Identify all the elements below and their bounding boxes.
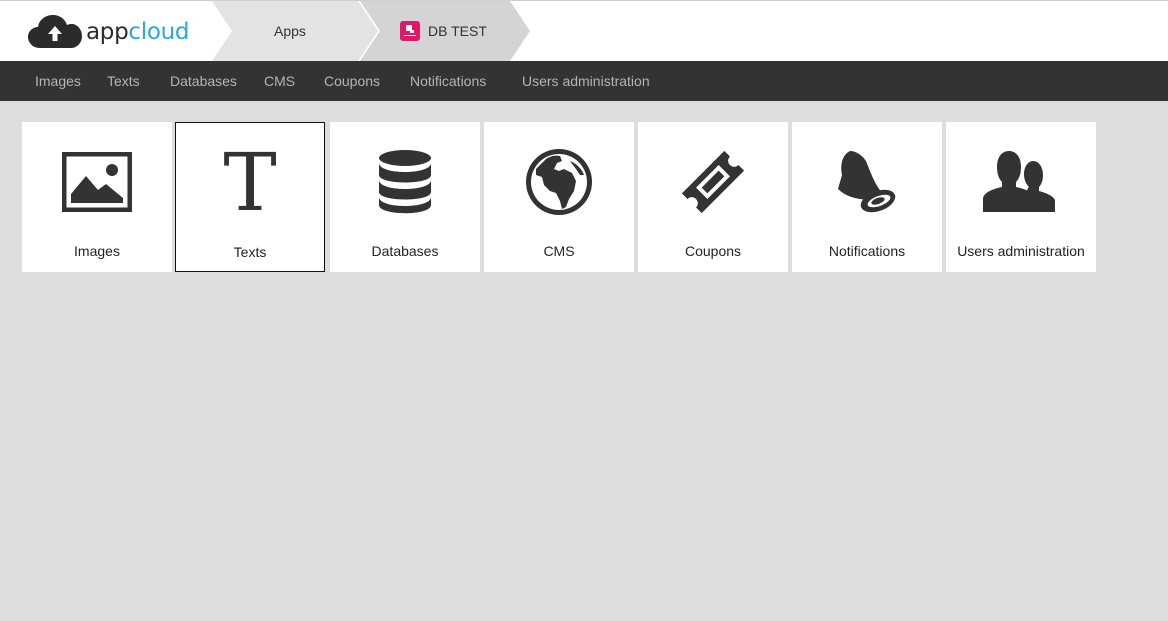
tile-label: Notifications: [828, 243, 906, 259]
text-icon: T: [223, 136, 277, 229]
ticket-icon: [681, 150, 745, 214]
tile-texts[interactable]: T Texts: [175, 122, 325, 272]
logo-text-cloud: cloud: [128, 19, 190, 45]
breadcrumb: Apps DB TEST: [212, 1, 542, 61]
tile-label: Coupons: [684, 243, 742, 259]
breadcrumb-background: [212, 1, 530, 61]
users-icon: [983, 151, 1055, 212]
tile-label: Databases: [371, 243, 439, 259]
tile-label: Images: [74, 243, 120, 259]
nav-item-users-administration[interactable]: Users administration: [522, 61, 650, 101]
cloud-upload-icon: [28, 15, 82, 48]
tile-users-administration[interactable]: Users administration: [946, 122, 1096, 272]
app-badge-icon: [400, 21, 420, 41]
tile-databases[interactable]: Databases: [330, 122, 480, 272]
appcloud-logo[interactable]: appcloud: [28, 13, 190, 51]
nav-item-texts[interactable]: Texts: [107, 61, 140, 101]
tile-label: Texts: [233, 244, 267, 260]
database-icon: [379, 150, 431, 214]
globe-icon: [526, 149, 592, 215]
bell-icon: [838, 151, 896, 213]
breadcrumb-apps[interactable]: Apps: [274, 1, 306, 61]
tile-label: Users administration: [957, 243, 1085, 259]
tile-coupons[interactable]: Coupons: [638, 122, 788, 272]
breadcrumb-app[interactable]: DB TEST: [400, 1, 487, 61]
tile-cms[interactable]: CMS: [484, 122, 634, 272]
top-bar: appcloud Apps DB TEST: [0, 0, 1168, 61]
nav-item-coupons[interactable]: Coupons: [324, 61, 380, 101]
nav-item-notifications[interactable]: Notifications: [410, 61, 486, 101]
logo-wordmark: appcloud: [86, 19, 190, 45]
image-icon: [62, 152, 132, 212]
logo-text-app: app: [86, 19, 129, 45]
breadcrumb-apps-label: Apps: [274, 23, 306, 39]
breadcrumb-app-label: DB TEST: [428, 23, 487, 39]
nav-item-images[interactable]: Images: [35, 61, 81, 101]
tile-images[interactable]: Images: [22, 122, 172, 272]
tile-label: CMS: [543, 243, 575, 259]
tile-notifications[interactable]: Notifications: [792, 122, 942, 272]
nav-item-cms[interactable]: CMS: [264, 61, 295, 101]
nav-item-databases[interactable]: Databases: [170, 61, 237, 101]
main-nav: Images Texts Databases CMS Coupons Notif…: [0, 61, 1168, 101]
